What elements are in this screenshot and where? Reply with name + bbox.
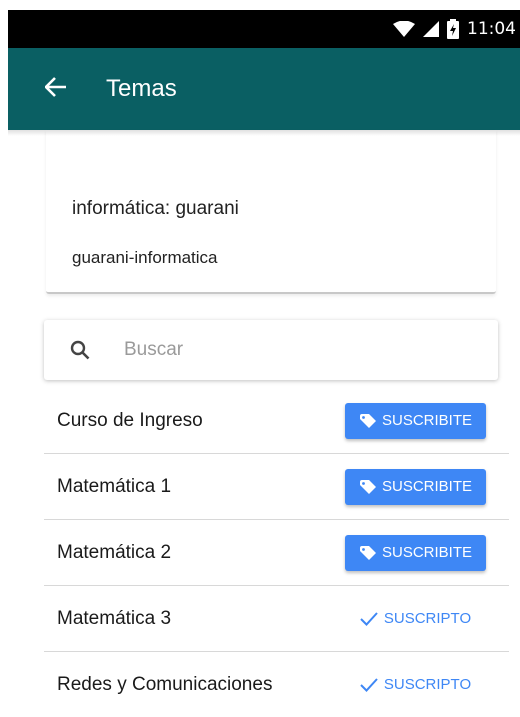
topic-name: Curso de Ingreso <box>57 409 203 431</box>
page-title: Temas <box>106 75 177 102</box>
subscribe-label: SUSCRIBITE <box>381 412 472 429</box>
status-bar: 11:04 <box>8 10 520 48</box>
check-icon <box>360 677 378 692</box>
subscribe-button[interactable]: SUSCRIBITE <box>345 534 486 571</box>
topic-name: Matemática 3 <box>57 607 172 629</box>
tag-icon <box>359 413 377 429</box>
topic-name: Matemática 1 <box>57 475 172 497</box>
list-item: Matemática 1 SUSCRIBITE <box>44 454 509 520</box>
subscribe-label: SUSCRIBITE <box>381 478 472 495</box>
list-item: Curso de Ingreso SUSCRIBITE <box>44 388 509 454</box>
subscribed-label: SUSCRIPTO <box>383 676 472 693</box>
subscribe-button[interactable]: SUSCRIBITE <box>345 468 486 505</box>
topic-name: Matemática 2 <box>57 541 172 563</box>
subscription-name: informática: guarani <box>72 198 239 219</box>
search-input[interactable] <box>122 338 486 362</box>
app-bar: Temas <box>8 48 520 130</box>
search-icon <box>70 339 92 361</box>
list-item: Redes y Comunicaciones SUSCRIPTO <box>44 652 509 717</box>
subscription-slug: guarani-informatica <box>72 248 218 267</box>
list-item: Matemática 3 SUSCRIPTO <box>44 586 509 652</box>
subscribe-button[interactable]: SUSCRIBITE <box>345 402 486 439</box>
subscribe-label: SUSCRIBITE <box>381 544 472 561</box>
tag-icon <box>359 545 377 561</box>
wifi-icon <box>393 21 415 37</box>
signal-icon <box>423 21 439 37</box>
search-bar <box>44 320 498 380</box>
screen-edge <box>0 0 8 716</box>
battery-icon <box>447 19 459 39</box>
subscribed-button[interactable]: SUSCRIPTO <box>355 667 476 703</box>
arrow-back-icon <box>44 76 67 102</box>
check-icon <box>360 611 378 626</box>
topic-name: Redes y Comunicaciones <box>57 673 273 695</box>
back-button[interactable] <box>36 69 76 109</box>
subscribed-label: SUSCRIPTO <box>383 610 472 627</box>
subscribed-button[interactable]: SUSCRIPTO <box>355 601 476 637</box>
list-item: Matemática 2 SUSCRIBITE <box>44 520 509 586</box>
subscription-header: informática: guarani guarani-informatica <box>46 130 496 294</box>
tag-icon <box>359 479 377 495</box>
clock: 11:04 <box>467 19 516 39</box>
